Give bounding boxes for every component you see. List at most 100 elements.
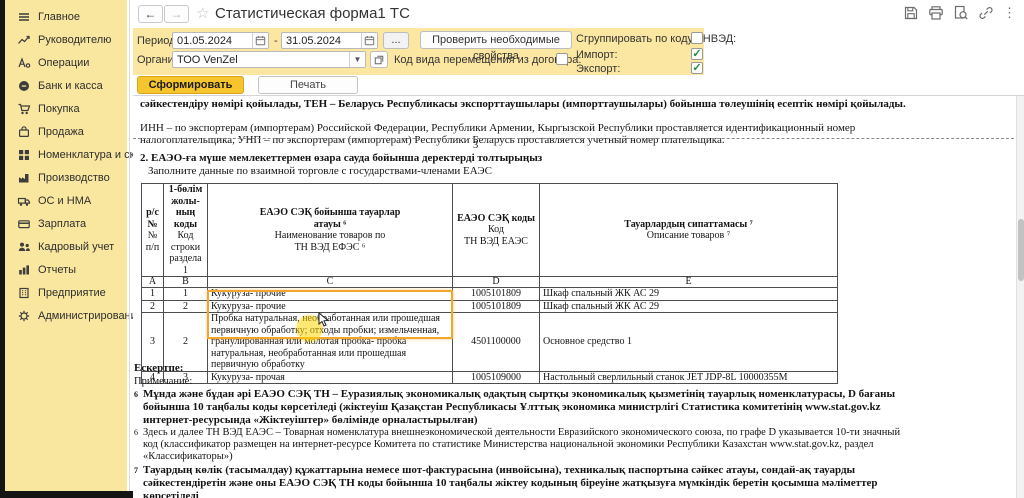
cell-a2[interactable]: 2 — [142, 300, 164, 313]
header-cell-c[interactable]: ЕАЭО СЭҚ бойынша тауарлар атауы ⁶Наимено… — [208, 184, 453, 277]
building-icon — [17, 286, 31, 300]
sidebar-item-label: Администрирование — [38, 310, 143, 322]
notes-label-kz: Ескертпе: — [134, 362, 916, 375]
sidebar-item-main[interactable]: Главное — [5, 8, 127, 25]
sidebar-item-label: Продажа — [38, 126, 84, 138]
bag-icon — [17, 125, 31, 139]
cell-b2[interactable]: 2 — [164, 300, 208, 313]
sidebar-item-label: Производство — [38, 172, 110, 184]
grid-icon — [17, 148, 31, 162]
page-break-line — [133, 138, 1014, 139]
sidebar-item-sale[interactable]: Продажа — [5, 123, 127, 140]
move-code-checkbox[interactable] — [556, 53, 568, 65]
section-title-kz: 2. ЕАЭО-ға мүше мемлекеттермен өзара сау… — [140, 152, 918, 164]
period-options-button[interactable]: ... — [383, 32, 409, 49]
sidebar-item-operations[interactable]: Операции — [5, 54, 127, 71]
menu-icon — [17, 10, 31, 24]
letter-cell[interactable]: C — [208, 277, 453, 288]
factory-icon — [17, 171, 31, 185]
sidebar-item-label: Банк и касса — [38, 80, 103, 92]
more-menu-icon[interactable]: ⋮ — [1003, 5, 1016, 21]
group-by-tnved-label: Сгруппировать по коду ТНВЭД: — [576, 33, 736, 45]
sidebar-item-label: Предприятие — [38, 287, 106, 299]
generate-button[interactable]: Сформировать — [137, 76, 244, 94]
header-cell-b[interactable]: 1-бөлім жолы- ның кодыКод строки раздела… — [164, 184, 208, 277]
notes-label-ru: Примечание: — [134, 375, 916, 388]
cell-b1[interactable]: 1 — [164, 288, 208, 301]
move-code-label: Код вида перемещения из договора: — [394, 54, 581, 66]
sidebar-item-nomenclature-warehouse[interactable]: Номенклатура и склад — [5, 146, 127, 163]
action-row: Сформировать Печать — [133, 75, 1024, 95]
open-organization-button[interactable] — [370, 51, 388, 68]
sidebar-item-label: Главное — [38, 11, 80, 23]
calendar-icon[interactable] — [361, 33, 377, 48]
edge-menu-icon[interactable]: ⋮ — [1019, 9, 1024, 25]
header-cell-a[interactable]: р/с №№ п/п — [142, 184, 164, 277]
cell-e1[interactable]: Шкаф спальный ЖК АС 29 — [540, 288, 838, 301]
sidebar-item-production[interactable]: Производство — [5, 169, 127, 186]
group-by-tnved-checkbox[interactable] — [691, 32, 703, 44]
gear-icon — [17, 309, 31, 323]
calendar-icon[interactable] — [252, 33, 268, 48]
vertical-scrollbar[interactable] — [1016, 96, 1024, 498]
cell-e2[interactable]: Шкаф спальный ЖК АС 29 — [540, 300, 838, 313]
import-label: Импорт: — [576, 49, 618, 61]
sidebar-item-label: Зарплата — [38, 218, 86, 230]
sidebar-item-reports[interactable]: Отчеты — [5, 261, 127, 278]
date-from-input[interactable]: 01.05.2024 — [172, 32, 269, 49]
card-icon — [17, 217, 31, 231]
sidebar-item-salary[interactable]: Зарплата — [5, 215, 127, 232]
cell-d1[interactable]: 1005101809 — [453, 288, 540, 301]
preview-icon[interactable] — [953, 5, 969, 21]
cart-icon — [17, 102, 31, 116]
favorite-star-icon[interactable]: ☆ — [196, 4, 209, 22]
print-button[interactable]: Печать — [258, 76, 358, 94]
save-icon[interactable] — [903, 5, 919, 21]
application-window: Главное Руководителю Операции Банк и кас… — [0, 0, 1024, 498]
period-dash: - — [274, 35, 278, 47]
scrollbar-thumb[interactable] — [1018, 219, 1024, 281]
sidebar-item-administration[interactable]: Администрирование — [5, 307, 127, 324]
cell-c2[interactable]: Кукуруза- прочие — [208, 300, 453, 313]
people-icon — [17, 240, 31, 254]
report-settings-toolbar: Период: 01.05.2024 - 31.05.2024 ... Пров… — [133, 28, 704, 75]
export-label: Экспорт: — [576, 63, 620, 75]
back-button[interactable]: ← — [138, 5, 163, 23]
table-header-row: р/с №№ п/п 1-бөлім жолы- ның кодыКод стр… — [142, 184, 838, 277]
header-cell-e[interactable]: Тауарлардың сипаттамасы ⁷Описание товаро… — [540, 184, 838, 277]
letter-cell[interactable]: E — [540, 277, 838, 288]
dropdown-arrow-icon[interactable]: ▼ — [349, 52, 365, 67]
export-checkbox[interactable]: ✓ — [691, 62, 703, 74]
sidebar-item-enterprise[interactable]: Предприятие — [5, 284, 127, 301]
footnote-7-kz: 7Тауардың көлік (тасымалдау) құжаттарына… — [134, 464, 916, 498]
organization-select[interactable]: ТОО VenZel ▼ — [172, 51, 366, 68]
check-icon: ✓ — [692, 48, 701, 60]
check-properties-button[interactable]: Проверить необходимые свойства — [420, 31, 572, 49]
letter-cell[interactable]: D — [453, 277, 540, 288]
cell-a1[interactable]: 1 — [142, 288, 164, 301]
import-checkbox[interactable]: ✓ — [691, 48, 703, 60]
sidebar-item-label: Покупка — [38, 103, 80, 115]
table-row: 2 2 Кукуруза- прочие 1005101809 Шкаф спа… — [142, 300, 838, 313]
link-icon[interactable] — [978, 5, 994, 21]
sidebar-item-bank-cash[interactable]: Банк и касса — [5, 77, 127, 94]
sidebar-item-purchase[interactable]: Покупка — [5, 100, 127, 117]
sidebar-item-os-nma[interactable]: ОС и НМА — [5, 192, 127, 209]
sidebar-item-manager[interactable]: Руководителю — [5, 31, 127, 48]
check-icon: ✓ — [692, 62, 701, 74]
sidebar-item-label: Руководителю — [38, 34, 111, 46]
cell-c1[interactable]: Кукуруза- прочие — [208, 288, 453, 301]
document-paragraph-ru: ИНН – по экспортерам (импортерам) Россий… — [140, 122, 918, 146]
sidebar-item-hr[interactable]: Кадровый учет — [5, 238, 127, 255]
letter-cell[interactable]: A — [142, 277, 164, 288]
date-to-input[interactable]: 31.05.2024 — [281, 32, 378, 49]
print-icon[interactable] — [928, 5, 944, 21]
forward-button[interactable]: → — [164, 5, 189, 23]
cell-d2[interactable]: 1005101809 — [453, 300, 540, 313]
trend-chart-icon — [17, 33, 31, 47]
app-header: ← → ☆ Статистическая форма1 ТС ⋮ — [133, 0, 1024, 28]
letter-cell[interactable]: B — [164, 277, 208, 288]
section-subtitle-ru: Заполните данные по взаимной торговле с … — [148, 165, 926, 177]
sidebar-item-label: ОС и НМА — [38, 195, 91, 207]
header-cell-d[interactable]: ЕАЭО СЭҚ кодыКод ТН ВЭД ЕАЭС — [453, 184, 540, 277]
